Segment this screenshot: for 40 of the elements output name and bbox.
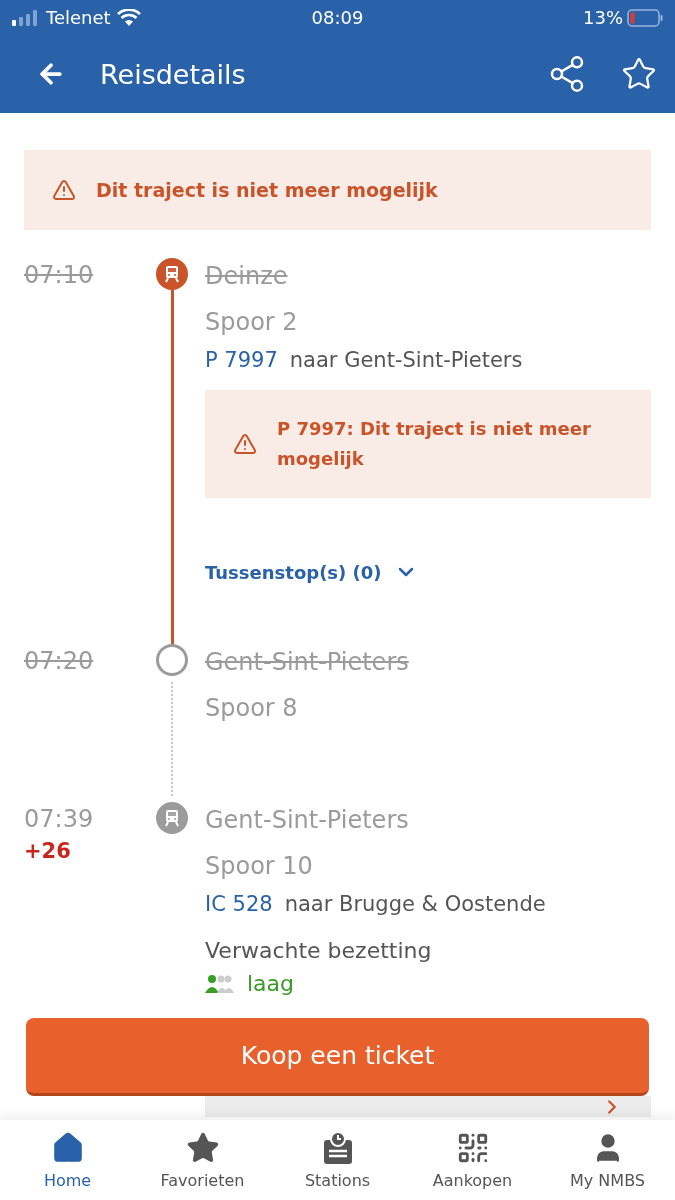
platform-label: Spoor 10 [205,852,314,880]
train-number: P 7997 [205,348,278,372]
train-direction: naar Brugge & Oostende [284,892,546,916]
train-direction: naar Gent-Sint-Pieters [289,348,523,372]
occupancy-label: Verwachte bezetting [205,938,433,963]
warning-icon [233,432,257,456]
notice-text: Dit traject is niet meer mogelijk [96,179,438,201]
train-icon [163,809,181,827]
station-name: Gent-Sint-Pieters [205,647,410,678]
star-icon [185,1130,220,1165]
stop-marker [156,644,188,676]
favorite-button[interactable] [621,56,657,92]
page-title: Reisdetails [100,58,247,90]
alert-text: P 7997: Dit traject is niet meer mogelijk [277,417,592,471]
platform-label: Spoor 8 [205,694,299,722]
wifi-icon [116,8,141,27]
nav-tab[interactable]: Home [0,1120,135,1200]
nav-tab[interactable]: Favorieten [135,1120,270,1200]
carrier-name: Telenet [46,7,111,28]
occupancy-value: laag [247,971,295,996]
station-name: Deinze [205,261,289,292]
warning-icon [52,178,76,202]
nav-tab[interactable]: Stations [270,1120,405,1200]
departure-time: 07:39 [24,805,95,833]
departure-time: 07:20 [24,647,95,675]
stopovers-toggle[interactable]: Tussenstop(s) (0) [205,560,651,584]
signal-icon [12,9,40,26]
train-icon [163,265,181,283]
clipboard-clock-icon [322,1130,353,1165]
train-number: IC 528 [205,892,273,916]
battery-icon [627,8,663,27]
nav-tab[interactable]: Aankopen [405,1120,540,1200]
battery-percentage: 13% [583,7,623,28]
platform-label: Spoor 2 [205,308,299,336]
occupancy-icon [205,973,235,994]
clock-time: 08:09 [311,7,364,28]
nav-tab[interactable]: My NMBS [540,1120,675,1200]
departure-time: 07:10 [24,261,95,289]
delay-minutes: +26 [24,839,72,863]
station-name: Gent-Sint-Pieters [205,805,410,836]
